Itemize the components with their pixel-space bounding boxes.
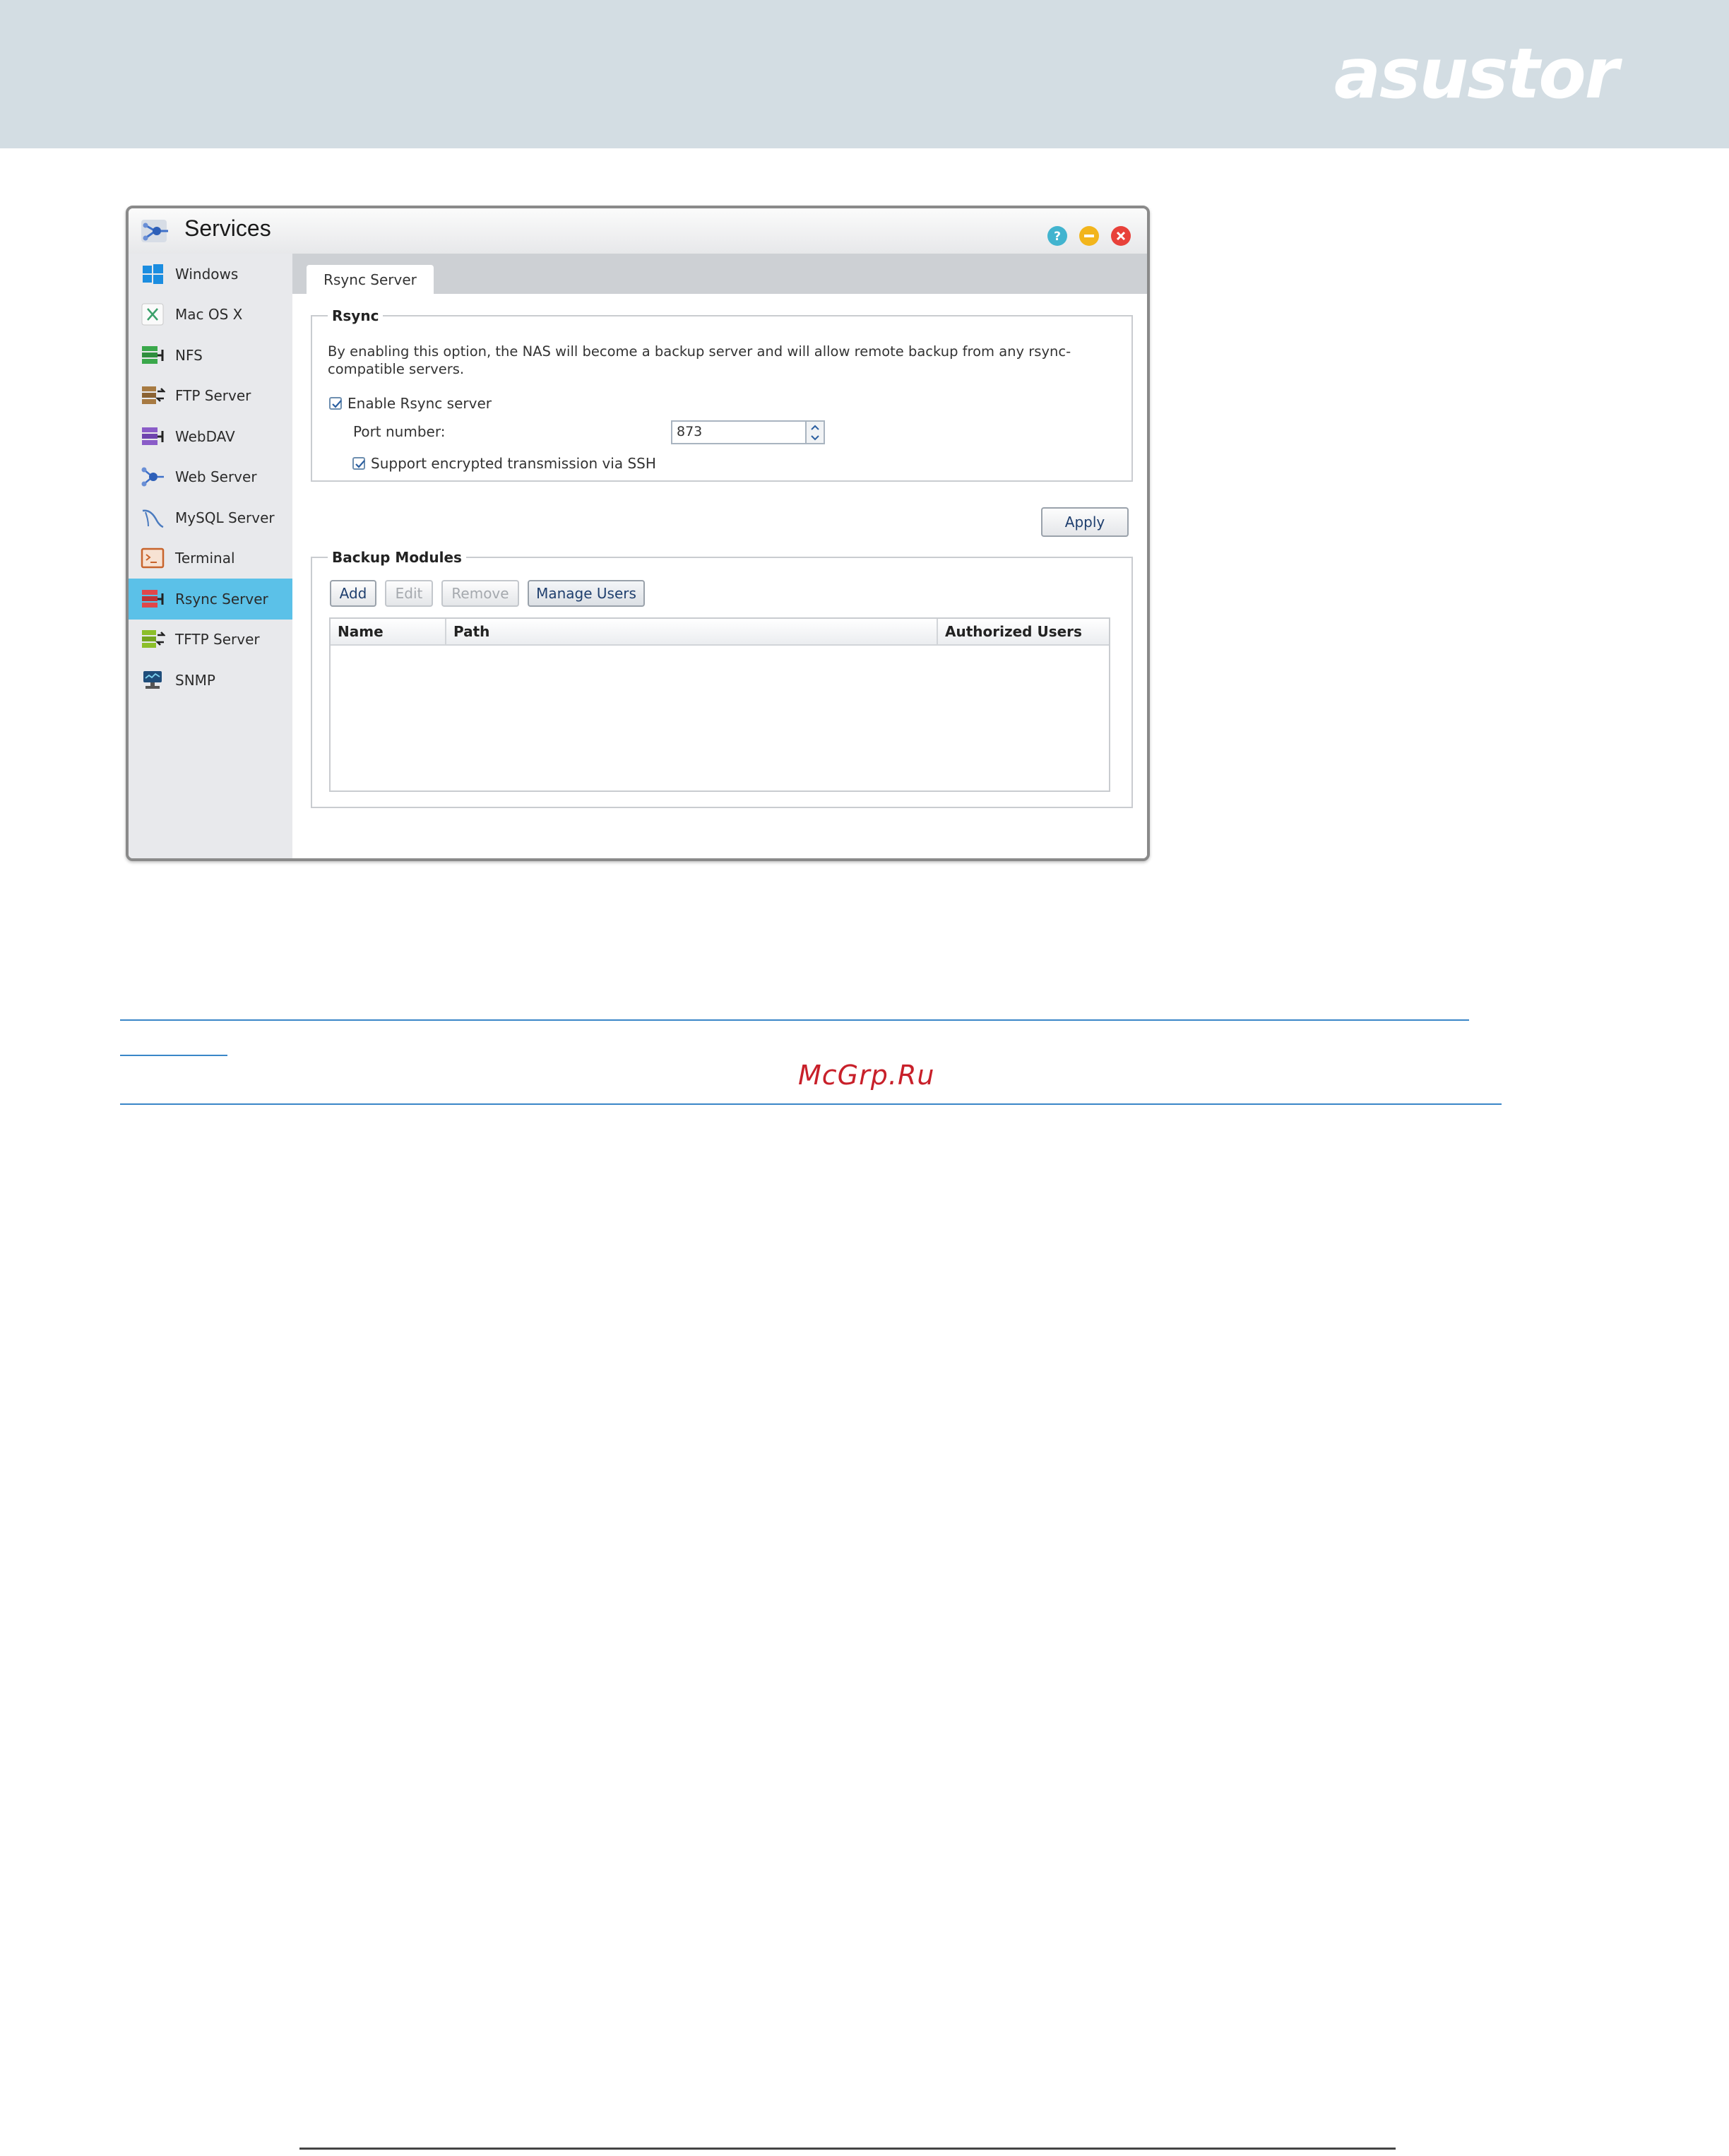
watermark: McGrp.Ru bbox=[798, 1060, 935, 1091]
content-panel: Rsync Server Rsync By enabling this opti… bbox=[292, 254, 1147, 858]
sidebar-item-label: Web Server bbox=[175, 468, 257, 486]
rsync-server-icon bbox=[140, 586, 165, 612]
sidebar-item-label: NFS bbox=[175, 346, 203, 364]
ssh-row[interactable]: Support encrypted transmission via SSH bbox=[352, 455, 656, 472]
sidebar-item-webdav[interactable]: WebDAV bbox=[129, 416, 292, 457]
port-number-stepper[interactable] bbox=[807, 420, 825, 444]
svg-text:?: ? bbox=[1054, 230, 1061, 244]
sidebar-item-mysql-server[interactable]: MySQL Server bbox=[129, 497, 292, 538]
brand-logo: asustor bbox=[1333, 34, 1619, 114]
chevron-up-icon[interactable] bbox=[807, 422, 824, 432]
mysql-server-icon bbox=[140, 505, 165, 531]
column-header-authorized-users[interactable]: Authorized Users bbox=[938, 619, 1110, 644]
add-button[interactable]: Add bbox=[330, 580, 376, 607]
port-number-input[interactable]: 873 bbox=[671, 420, 807, 444]
manage-users-button[interactable]: Manage Users bbox=[528, 580, 645, 607]
chevron-down-icon[interactable] bbox=[807, 432, 824, 443]
tab-strip: Rsync Server bbox=[292, 254, 1147, 294]
nfs-icon bbox=[140, 343, 165, 368]
services-icon bbox=[140, 217, 171, 245]
page-header: asustor bbox=[0, 0, 1729, 148]
sidebar-item-label: TFTP Server bbox=[175, 631, 260, 648]
sidebar-item-windows[interactable]: Windows bbox=[129, 254, 292, 295]
terminal-icon bbox=[140, 545, 165, 571]
short-link-underline bbox=[120, 1055, 227, 1056]
ssh-label: Support encrypted transmission via SSH bbox=[371, 455, 656, 472]
windows-icon bbox=[140, 261, 165, 287]
services-window: Services ? Windows Mac OS X NFS FTP Serv… bbox=[126, 206, 1150, 861]
sidebar-item-ftp-server[interactable]: FTP Server bbox=[129, 376, 292, 417]
mac-os-x-icon bbox=[140, 302, 165, 327]
web-server-icon bbox=[140, 464, 165, 490]
enable-rsync-label: Enable Rsync server bbox=[347, 395, 492, 412]
webdav-icon bbox=[140, 424, 165, 449]
sidebar-item-label: MySQL Server bbox=[175, 509, 275, 526]
minimize-icon[interactable] bbox=[1079, 225, 1100, 247]
rsync-description: By enabling this option, the NAS will be… bbox=[328, 343, 1071, 377]
sidebar-item-label: SNMP bbox=[175, 671, 215, 689]
rsync-legend: Rsync bbox=[332, 307, 379, 324]
remove-button[interactable]: Remove bbox=[441, 580, 519, 607]
snmp-icon bbox=[140, 668, 165, 693]
sidebar-item-tftp-server[interactable]: TFTP Server bbox=[129, 620, 292, 661]
ftp-server-icon bbox=[140, 383, 167, 408]
apply-button[interactable]: Apply bbox=[1041, 507, 1129, 537]
sidebar-item-label: Windows bbox=[175, 265, 239, 283]
close-icon[interactable] bbox=[1110, 225, 1131, 247]
sidebar-item-label: FTP Server bbox=[175, 387, 251, 405]
enable-rsync-checkbox[interactable] bbox=[329, 397, 342, 410]
divider-line bbox=[120, 1103, 1502, 1105]
window-title: Services bbox=[184, 215, 271, 241]
ssh-checkbox[interactable] bbox=[352, 457, 365, 470]
table-header: Name Path Authorized Users bbox=[331, 619, 1109, 646]
sidebar-item-snmp[interactable]: SNMP bbox=[129, 660, 292, 701]
sidebar-item-terminal[interactable]: Terminal bbox=[129, 538, 292, 579]
page-bottom-rule bbox=[299, 2148, 1396, 2150]
divider-line bbox=[120, 1019, 1469, 1021]
help-icon[interactable]: ? bbox=[1047, 225, 1068, 247]
backup-modules-legend: Backup Modules bbox=[332, 549, 462, 566]
tab-rsync-server[interactable]: Rsync Server bbox=[307, 265, 434, 294]
sidebar-item-label: WebDAV bbox=[175, 427, 235, 445]
backup-modules-table[interactable]: Name Path Authorized Users bbox=[329, 617, 1110, 792]
column-header-path[interactable]: Path bbox=[446, 619, 938, 644]
port-number-label: Port number: bbox=[353, 423, 446, 440]
tftp-server-icon bbox=[140, 627, 167, 652]
sidebar-item-rsync-server[interactable]: Rsync Server bbox=[129, 579, 292, 620]
edit-button[interactable]: Edit bbox=[385, 580, 433, 607]
window-titlebar[interactable]: Services ? bbox=[129, 208, 1147, 254]
sidebar-item-label: Mac OS X bbox=[175, 306, 243, 324]
enable-rsync-row[interactable]: Enable Rsync server bbox=[329, 395, 492, 412]
sidebar-item-nfs[interactable]: NFS bbox=[129, 335, 292, 376]
sidebar-item-label: Terminal bbox=[175, 550, 235, 567]
sidebar-item-label: Rsync Server bbox=[175, 590, 268, 608]
sidebar-item-mac-os-x[interactable]: Mac OS X bbox=[129, 295, 292, 336]
column-header-name[interactable]: Name bbox=[331, 619, 446, 644]
sidebar-item-web-server[interactable]: Web Server bbox=[129, 457, 292, 498]
services-sidebar: Windows Mac OS X NFS FTP Server WebDAV W… bbox=[129, 254, 293, 858]
